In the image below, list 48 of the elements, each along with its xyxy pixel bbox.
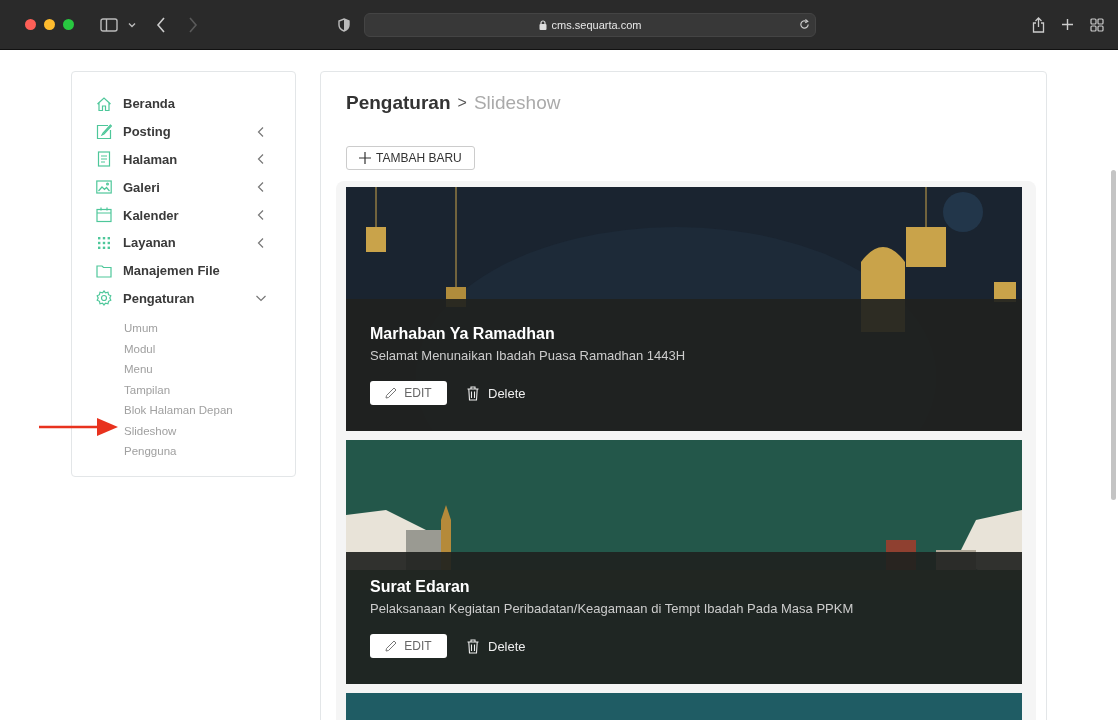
sidebar-item[interactable]: Pengaturan xyxy=(96,284,271,313)
address-bar[interactable]: cms.sequarta.com xyxy=(364,12,816,37)
back-icon[interactable] xyxy=(156,16,166,33)
shield-icon[interactable] xyxy=(338,17,350,32)
trash-icon xyxy=(467,385,479,401)
folder-icon xyxy=(96,262,112,279)
lock-icon xyxy=(538,19,547,30)
delete-button[interactable]: Delete xyxy=(467,385,526,401)
gear-icon xyxy=(96,290,112,307)
slide-subtitle: Pelaksanaan Kegiatan Peribadatan/Keagamaan di Tempt Ibadah Pada Masa PPKM xyxy=(370,601,855,616)
sidebar-item[interactable]: Halaman xyxy=(96,145,271,174)
sidebar-item[interactable]: Layanan xyxy=(96,229,271,257)
home-icon xyxy=(96,95,112,112)
chevron-down-icon[interactable] xyxy=(128,21,136,28)
scrollbar[interactable] xyxy=(1111,170,1116,500)
sidebar-item[interactable]: Kalender xyxy=(96,201,271,229)
edit-button[interactable]: EDIT xyxy=(370,634,447,658)
sidebar-item[interactable]: Posting xyxy=(96,117,271,146)
calendar-icon xyxy=(96,207,112,224)
sidebar-item[interactable]: Manajemen File xyxy=(96,256,271,285)
edit-icon xyxy=(96,123,112,140)
slide-subtitle: Selamat Menunaikan Ibadah Puasa Ramadhan 1443H xyxy=(370,348,687,363)
url-text: cms.sequarta.com xyxy=(551,18,642,31)
trash-icon xyxy=(467,638,479,654)
sidebar-item[interactable]: Beranda xyxy=(96,90,271,118)
share-icon[interactable] xyxy=(1032,16,1045,33)
slide-title: Surat Edaran xyxy=(370,578,471,596)
add-new-button[interactable]: TAMBAH BARU xyxy=(346,146,475,170)
slide-title: Marhaban Ya Ramadhan xyxy=(370,325,556,343)
delete-button[interactable]: Delete xyxy=(467,638,526,654)
pencil-icon xyxy=(385,387,398,399)
breadcrumb-parent[interactable]: Pengaturan xyxy=(346,92,451,114)
pencil-icon xyxy=(385,640,398,652)
tab-overview-icon[interactable] xyxy=(1090,17,1104,32)
breadcrumb-current: Slideshow xyxy=(473,92,561,114)
reload-icon[interactable] xyxy=(799,18,810,30)
sidebar-item[interactable]: Galeri xyxy=(96,173,271,202)
image-icon xyxy=(96,179,112,196)
zoom-icon[interactable] xyxy=(63,19,74,30)
grid-icon xyxy=(96,234,112,251)
document-icon xyxy=(96,151,112,168)
close-icon[interactable] xyxy=(25,19,36,30)
edit-button[interactable]: EDIT xyxy=(370,381,447,405)
plus-icon xyxy=(359,152,371,164)
plus-icon[interactable] xyxy=(1061,18,1074,31)
minimize-icon[interactable] xyxy=(44,19,55,30)
sidebar-toggle-icon[interactable] xyxy=(100,17,118,32)
breadcrumb-separator: > xyxy=(457,94,467,112)
